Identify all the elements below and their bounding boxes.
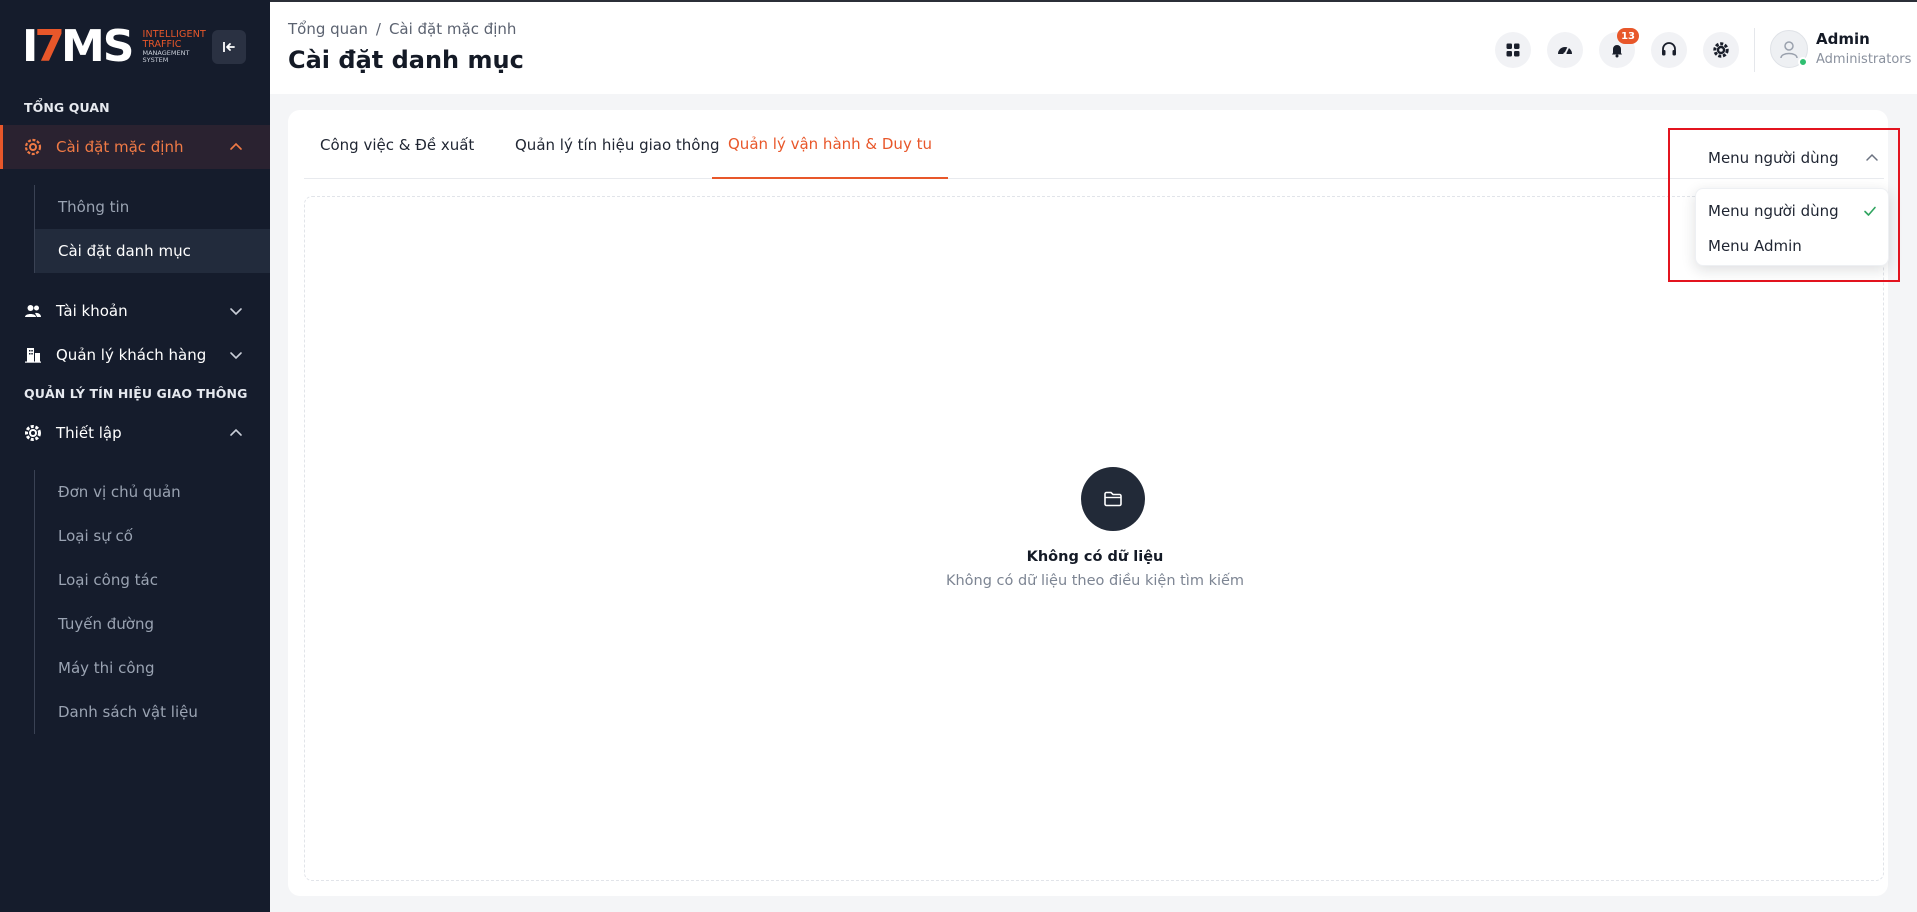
menu-type-dropdown: Menu người dùng Menu Admin xyxy=(1695,188,1889,266)
breadcrumb-root[interactable]: Tổng quan xyxy=(288,20,368,38)
logo-line-4: SYSTEM xyxy=(142,55,169,64)
check-icon xyxy=(1864,206,1876,216)
breadcrumb: Tổng quan / Cài đặt mặc định xyxy=(288,20,516,38)
settings-button[interactable] xyxy=(1703,32,1739,68)
grid-icon xyxy=(1506,43,1520,57)
gear-icon xyxy=(1713,42,1729,58)
dropdown-option-admin-menu[interactable]: Menu Admin xyxy=(1696,228,1888,263)
brand-logo[interactable]: I 7 MS INTELLIGENT TRAFFIC MANAGEMENT SYST… xyxy=(22,21,206,72)
sidebar-item-account[interactable]: Tài khoản xyxy=(0,289,270,333)
user-role: Administrators xyxy=(1816,52,1912,67)
chevron-up-icon xyxy=(1866,153,1878,161)
online-status-dot xyxy=(1798,57,1808,67)
notifications-button[interactable]: 13 xyxy=(1599,28,1639,68)
gear-icon xyxy=(24,424,42,442)
tab-traffic-signal[interactable]: Quản lý tín hiệu giao thông xyxy=(499,110,736,179)
sidebar-item-default-settings[interactable]: Cài đặt mặc định xyxy=(0,125,270,169)
logo-text: INTELLIGENT TRAFFIC MANAGEMENT SYSTEM xyxy=(142,30,206,64)
chevron-down-icon xyxy=(230,308,242,316)
bell-icon xyxy=(1612,45,1622,58)
dropdown-option-user-menu[interactable]: Menu người dùng xyxy=(1696,193,1888,228)
chevron-down-icon xyxy=(230,352,242,360)
menu-type-selected-value: Menu người dùng xyxy=(1708,149,1839,167)
section-traffic-signal: QUẢN LÝ TÍN HIỆU GIAO THÔNG xyxy=(24,386,248,401)
default-settings-submenu: Thông tin Cài đặt danh mục xyxy=(34,185,270,273)
page-title: Cài đặt danh mục xyxy=(288,46,524,74)
users-icon xyxy=(24,302,42,320)
header-divider xyxy=(1754,28,1755,72)
empty-state: Không có dữ liệu Không có dữ liệu theo đ… xyxy=(304,196,1884,881)
sidebar-item-setup[interactable]: Thiết lập xyxy=(0,411,270,455)
speedometer-icon xyxy=(1558,47,1572,56)
dashboard-button[interactable] xyxy=(1547,32,1583,68)
chevron-up-icon xyxy=(230,428,242,436)
sidebar-subitem-category-settings[interactable]: Cài đặt danh mục xyxy=(35,229,270,273)
support-button[interactable] xyxy=(1651,32,1687,68)
sidebar-subitem-info[interactable]: Thông tin xyxy=(35,185,270,229)
collapse-sidebar-button[interactable] xyxy=(212,30,246,64)
sidebar-subitem-managing-unit[interactable]: Đơn vị chủ quản xyxy=(35,470,270,514)
headset-icon xyxy=(1662,42,1676,56)
section-overview: TỔNG QUAN xyxy=(24,100,110,115)
user-icon xyxy=(1780,41,1798,59)
sidebar-subitem-work-type[interactable]: Loại công tác xyxy=(35,558,270,602)
apps-grid-button[interactable] xyxy=(1495,32,1531,68)
building-icon xyxy=(24,346,42,364)
tab-bar: Công việc & Đề xuất Quản lý tín hiệu gia… xyxy=(304,110,1884,179)
option-label: Menu người dùng xyxy=(1708,201,1839,220)
sidebar-subitem-material-list[interactable]: Danh sách vật liệu xyxy=(35,690,270,734)
notification-badge: 13 xyxy=(1617,28,1639,44)
sidebar-item-label: Cài đặt mặc định xyxy=(56,138,184,156)
avatar[interactable] xyxy=(1770,30,1808,68)
sidebar-item-label: Thiết lập xyxy=(56,424,122,442)
sidebar-subitem-route[interactable]: Tuyến đường xyxy=(35,602,270,646)
empty-state-description: Không có dữ liệu theo điều kiện tìm kiếm xyxy=(945,573,1245,589)
sidebar-item-customers[interactable]: Quản lý khách hàng xyxy=(0,333,270,377)
top-header: Tổng quan / Cài đặt mặc định Cài đặt dan… xyxy=(270,0,1917,94)
settings-gear-icon xyxy=(24,138,42,156)
collapse-left-icon xyxy=(223,42,235,52)
folder-icon xyxy=(1081,467,1145,531)
menu-type-select[interactable]: Menu người dùng xyxy=(1696,140,1890,176)
sidebar-subitem-incident-type[interactable]: Loại sự cố xyxy=(35,514,270,558)
tab-work-proposals[interactable]: Công việc & Đề xuất xyxy=(304,110,490,179)
logo-mark: I 7 MS xyxy=(22,21,134,72)
user-name[interactable]: Admin xyxy=(1816,30,1870,48)
tab-operation-maintenance[interactable]: Quản lý vận hành & Duy tu xyxy=(712,110,948,179)
breadcrumb-separator: / xyxy=(375,20,381,38)
chevron-up-icon xyxy=(230,142,242,150)
setup-submenu: Đơn vị chủ quản Loại sự cố Loại công tác… xyxy=(34,470,270,734)
breadcrumb-current[interactable]: Cài đặt mặc định xyxy=(389,20,517,38)
sidebar-item-label: Quản lý khách hàng xyxy=(56,346,207,364)
content-card: Công việc & Đề xuất Quản lý tín hiệu gia… xyxy=(288,110,1888,896)
sidebar: I 7 MS INTELLIGENT TRAFFIC MANAGEMENT SYST… xyxy=(0,0,270,912)
sidebar-item-label: Tài khoản xyxy=(56,302,128,320)
header-actions: 13 xyxy=(1495,28,1739,68)
option-label: Menu Admin xyxy=(1708,236,1802,255)
empty-state-title: Không có dữ liệu xyxy=(1026,549,1164,565)
sidebar-subitem-construction-machine[interactable]: Máy thi công xyxy=(35,646,270,690)
